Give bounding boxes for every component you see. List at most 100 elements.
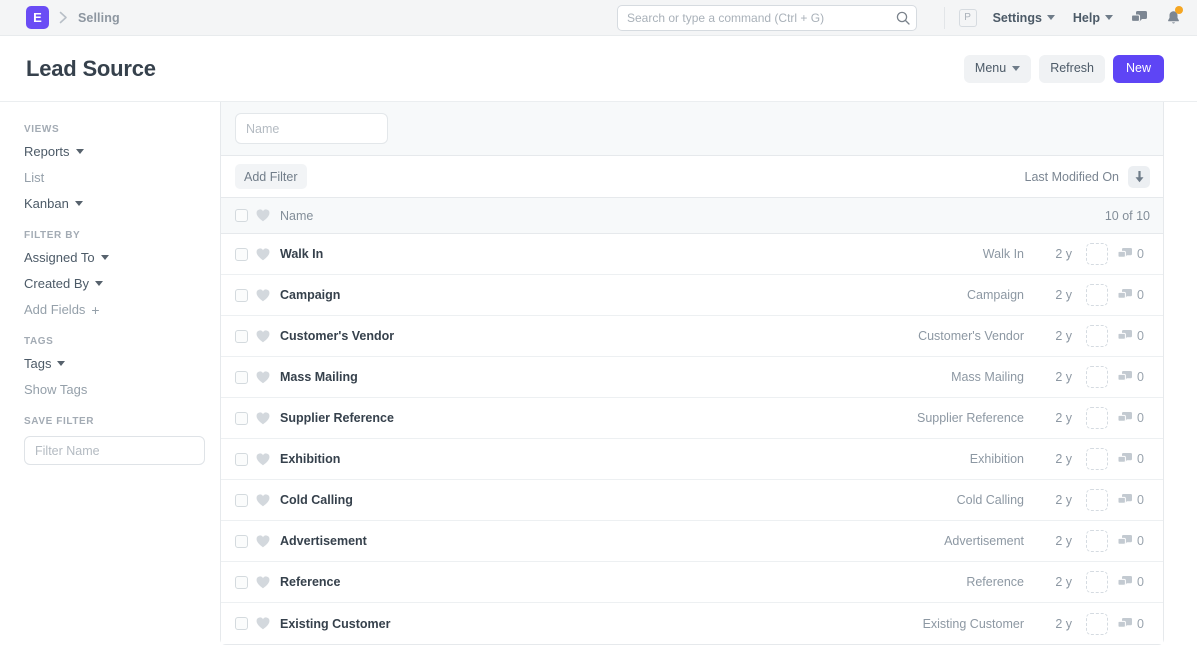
- table-row[interactable]: Campaign Campaign 2 y 0: [221, 275, 1163, 316]
- row-name-link[interactable]: Existing Customer: [280, 617, 390, 631]
- like-icon[interactable]: [256, 209, 270, 222]
- new-button[interactable]: New: [1112, 54, 1164, 83]
- row-checkbox[interactable]: [235, 329, 248, 343]
- row-comments[interactable]: 0: [1118, 370, 1150, 384]
- row-name-link[interactable]: Cold Calling: [280, 493, 353, 507]
- like-icon[interactable]: [256, 575, 270, 589]
- search-icon[interactable]: [896, 11, 910, 25]
- assign-avatar-placeholder[interactable]: [1086, 284, 1108, 306]
- settings-menu[interactable]: Settings: [993, 11, 1055, 25]
- table-row[interactable]: Supplier Reference Supplier Reference 2 y 0: [221, 398, 1163, 439]
- table-row[interactable]: Existing Customer Existing Customer 2 y 0: [221, 603, 1163, 644]
- row-checkbox[interactable]: [235, 411, 248, 425]
- sidebar-heading-save-filter: SAVE FILTER: [24, 416, 95, 427]
- comment-icon: [1118, 371, 1132, 381]
- row-subject: Advertisement: [944, 534, 1024, 548]
- page-header: Lead Source Menu Refresh New: [0, 36, 1197, 102]
- table-row[interactable]: Cold Calling Cold Calling 2 y 0: [221, 480, 1163, 521]
- assign-avatar-placeholder[interactable]: [1086, 325, 1108, 347]
- sort-direction-button[interactable]: [1128, 165, 1150, 188]
- row-comments[interactable]: 0: [1118, 493, 1150, 507]
- sidebar-item-label: Reports: [24, 144, 70, 159]
- sidebar-item-reports[interactable]: Reports: [24, 144, 198, 159]
- app-logo[interactable]: E: [26, 6, 49, 29]
- sidebar-item-add-fields[interactable]: Add Fields +: [24, 302, 198, 317]
- navbar-divider: [943, 6, 945, 29]
- refresh-button[interactable]: Refresh: [1039, 54, 1105, 83]
- row-comments[interactable]: 0: [1118, 288, 1150, 302]
- row-checkbox[interactable]: [235, 534, 248, 548]
- row-checkbox[interactable]: [235, 452, 248, 466]
- page-actions: Menu Refresh New: [963, 54, 1164, 83]
- like-icon[interactable]: [256, 534, 270, 548]
- table-row[interactable]: Reference Reference 2 y 0: [221, 562, 1163, 603]
- row-checkbox[interactable]: [235, 288, 248, 302]
- name-filter-input[interactable]: [235, 113, 388, 144]
- like-icon[interactable]: [256, 452, 270, 466]
- like-icon[interactable]: [256, 288, 270, 302]
- table-row[interactable]: Exhibition Exhibition 2 y 0: [221, 439, 1163, 480]
- row-checkbox[interactable]: [235, 493, 248, 507]
- row-name-link[interactable]: Supplier Reference: [280, 411, 394, 425]
- row-comments[interactable]: 0: [1118, 575, 1150, 589]
- like-icon[interactable]: [256, 411, 270, 425]
- assign-avatar-placeholder[interactable]: [1086, 366, 1108, 388]
- assign-avatar-placeholder[interactable]: [1086, 407, 1108, 429]
- table-row[interactable]: Walk In Walk In 2 y 0: [221, 234, 1163, 275]
- row-name-link[interactable]: Exhibition: [280, 452, 340, 466]
- add-filter-button[interactable]: Add Filter: [235, 164, 307, 189]
- row-comments[interactable]: 0: [1118, 534, 1150, 548]
- sidebar-item-list[interactable]: List: [24, 170, 198, 185]
- column-header-name[interactable]: Name: [280, 209, 313, 223]
- assign-avatar-placeholder[interactable]: [1086, 530, 1108, 552]
- menu-button[interactable]: Menu: [963, 54, 1032, 83]
- assign-avatar-placeholder[interactable]: [1086, 612, 1108, 635]
- sort-field-label[interactable]: Last Modified On: [1025, 170, 1120, 184]
- select-all-checkbox[interactable]: [235, 209, 248, 222]
- like-icon[interactable]: [256, 247, 270, 261]
- like-icon[interactable]: [256, 370, 270, 384]
- row-checkbox[interactable]: [235, 617, 248, 630]
- sidebar-item-tags[interactable]: Tags: [24, 356, 198, 371]
- row-name-link[interactable]: Campaign: [280, 288, 340, 302]
- sidebar-item-kanban[interactable]: Kanban: [24, 196, 198, 211]
- row-subject: Cold Calling: [956, 493, 1024, 507]
- assign-avatar-placeholder[interactable]: [1086, 243, 1108, 265]
- table-row[interactable]: Customer's Vendor Customer's Vendor 2 y 0: [221, 316, 1163, 357]
- row-checkbox[interactable]: [235, 370, 248, 384]
- like-icon[interactable]: [256, 329, 270, 343]
- row-checkbox[interactable]: [235, 575, 248, 589]
- sidebar-section-views: VIEWS Reports List Kanban: [24, 124, 198, 211]
- row-name-link[interactable]: Mass Mailing: [280, 370, 358, 384]
- row-checkbox[interactable]: [235, 247, 248, 261]
- sidebar-item-assigned-to[interactable]: Assigned To: [24, 250, 198, 265]
- row-name-link[interactable]: Walk In: [280, 247, 323, 261]
- comment-count: 0: [1137, 616, 1144, 631]
- row-name-link[interactable]: Reference: [280, 575, 340, 589]
- row-comments[interactable]: 0: [1118, 411, 1150, 425]
- help-menu[interactable]: Help: [1073, 11, 1113, 25]
- sidebar-heading-tags: TAGS: [24, 336, 54, 347]
- row-comments[interactable]: 0: [1118, 617, 1150, 631]
- breadcrumb-selling[interactable]: Selling: [78, 11, 120, 25]
- avatar[interactable]: P: [958, 8, 977, 27]
- row-name-link[interactable]: Customer's Vendor: [280, 329, 394, 343]
- row-name-link[interactable]: Advertisement: [280, 534, 367, 548]
- row-comments[interactable]: 0: [1118, 452, 1150, 466]
- row-comments[interactable]: 0: [1118, 247, 1150, 261]
- table-row[interactable]: Advertisement Advertisement 2 y 0: [221, 521, 1163, 562]
- sidebar-item-created-by[interactable]: Created By: [24, 276, 198, 291]
- search-input[interactable]: [617, 5, 917, 31]
- assign-avatar-placeholder[interactable]: [1086, 448, 1108, 470]
- table-row[interactable]: Mass Mailing Mass Mailing 2 y 0: [221, 357, 1163, 398]
- assign-avatar-placeholder[interactable]: [1086, 489, 1108, 511]
- row-comments[interactable]: 0: [1118, 329, 1150, 343]
- sidebar-item-show-tags[interactable]: Show Tags: [24, 382, 198, 397]
- bell-icon[interactable]: [1166, 5, 1183, 26]
- comment-icon: [1118, 248, 1132, 258]
- like-icon[interactable]: [256, 493, 270, 507]
- like-icon[interactable]: [256, 617, 270, 630]
- chat-icon[interactable]: [1131, 10, 1148, 26]
- assign-avatar-placeholder[interactable]: [1086, 571, 1108, 593]
- filter-name-input[interactable]: [24, 436, 205, 465]
